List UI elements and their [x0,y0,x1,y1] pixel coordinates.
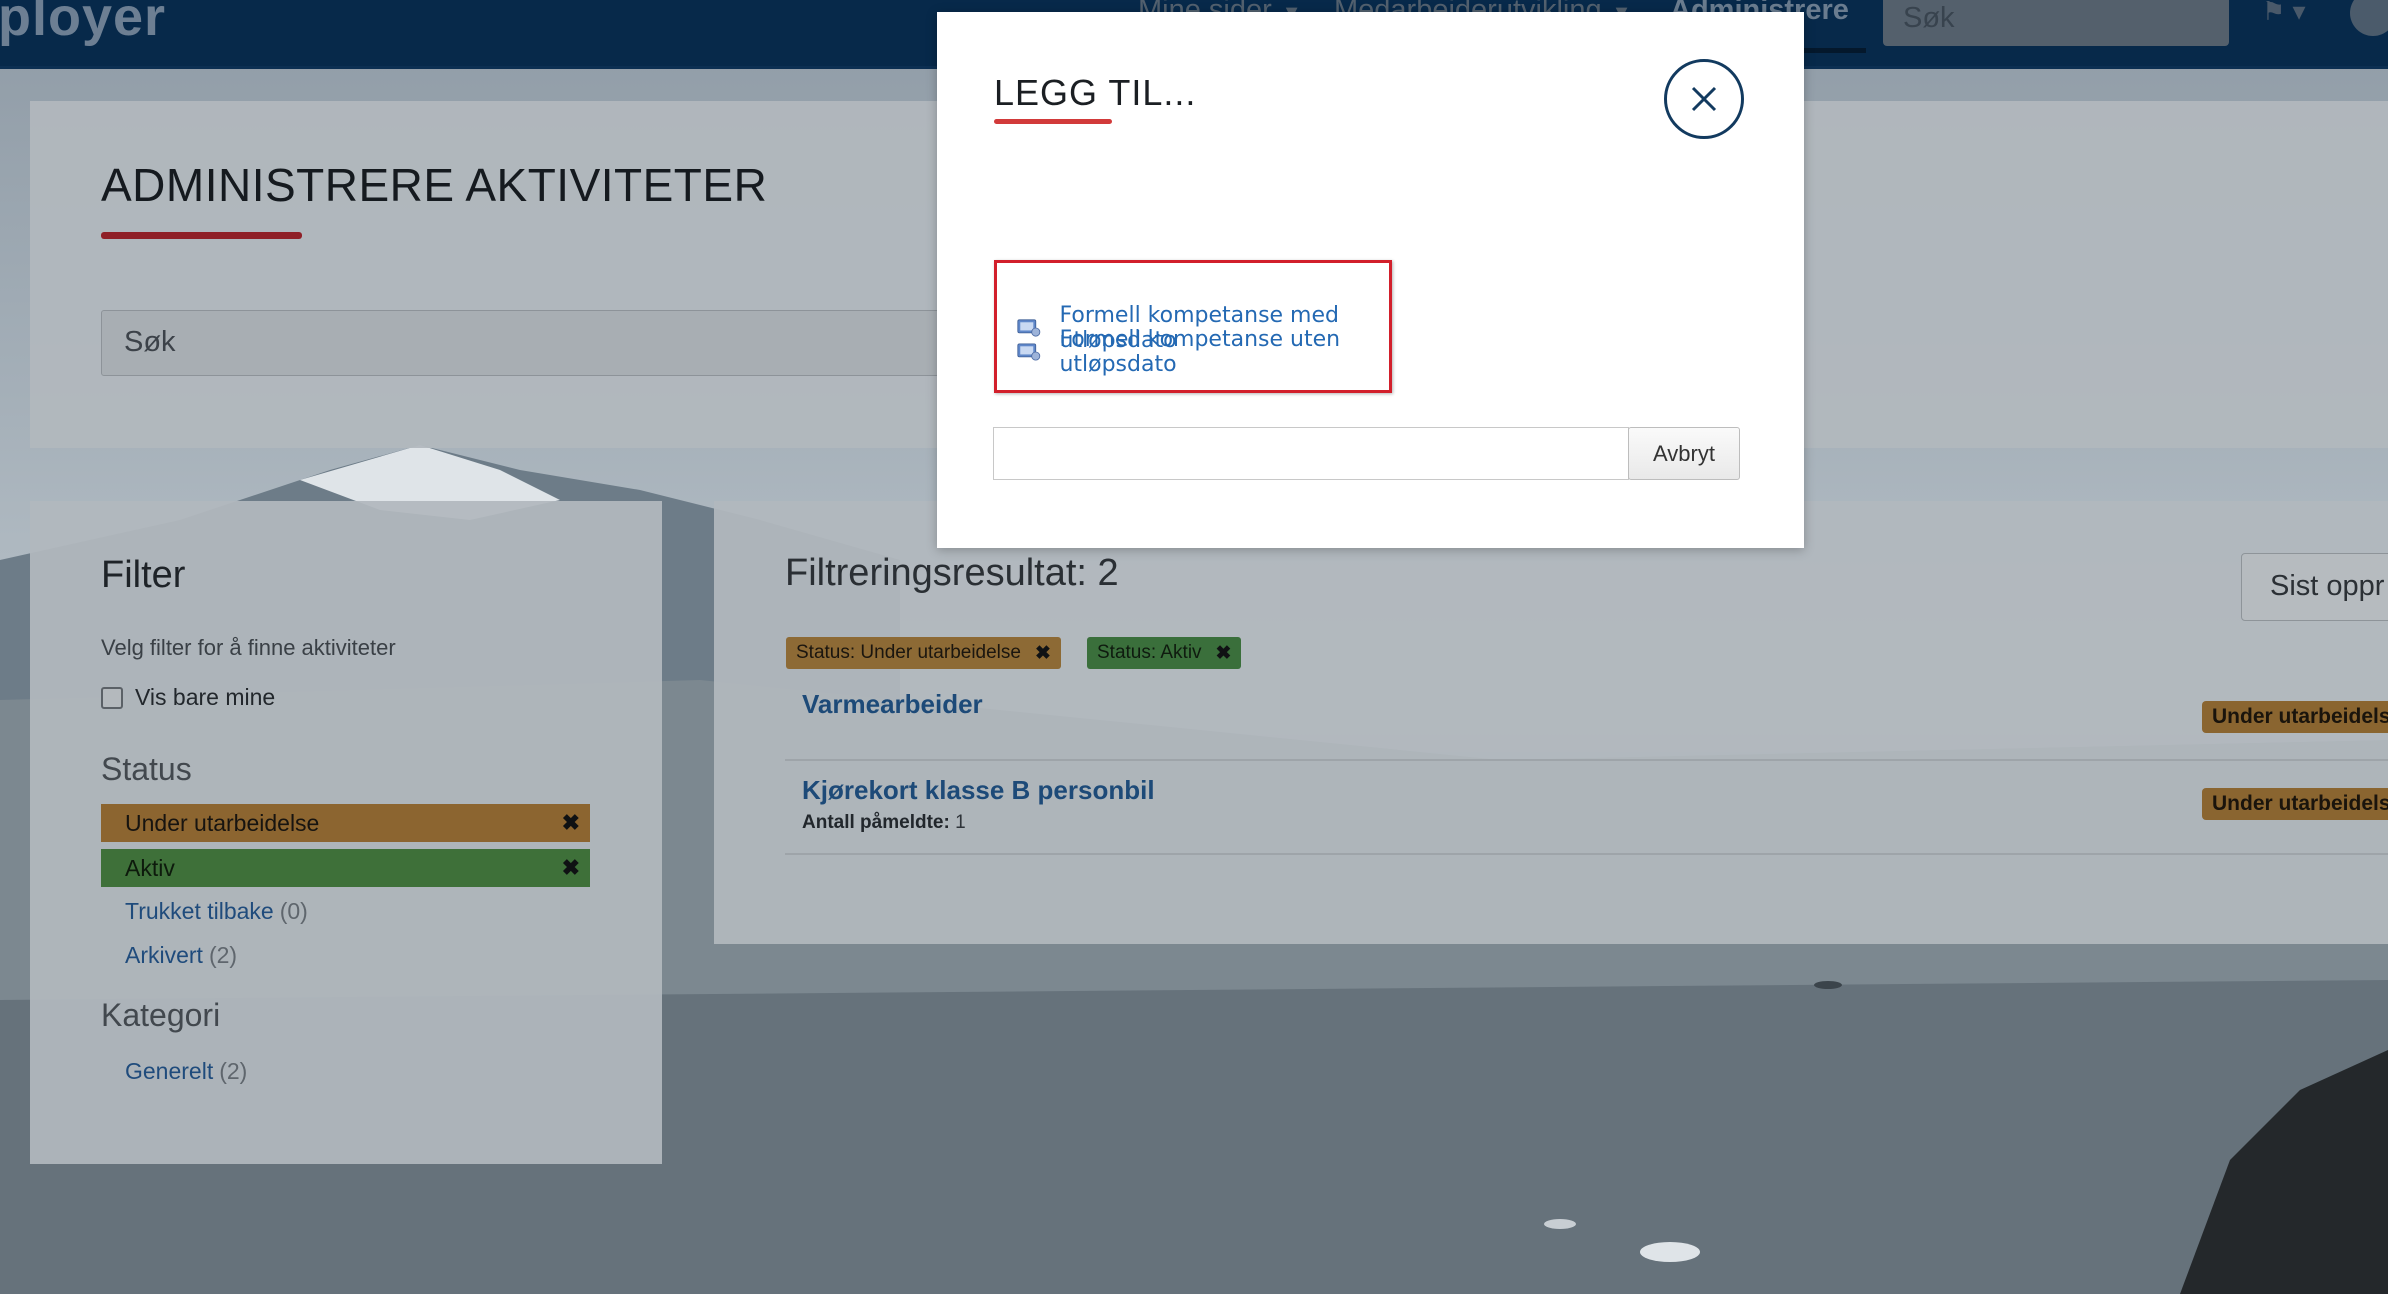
status-count: (0) [279,898,308,924]
nav-search-input[interactable]: Søk [1883,0,2229,46]
flag-icon[interactable]: ⚑ ▾ [2262,0,2322,26]
remove-icon[interactable]: ✖ [562,855,580,881]
title-underline [101,232,302,239]
status-filter-arkivert[interactable]: Arkivert (2) [125,942,237,969]
category-section-title: Kategori [101,997,221,1033]
active-filter-tag-label: Status: Under utarbeidelse [796,642,1021,663]
nav-search-placeholder: Søk [1903,2,1955,34]
add-dialog: LEGG TIL... Formell kompetanse med utløp… [937,12,1804,548]
only-mine-label: Vis bare mine [135,684,276,710]
result-title-link[interactable]: Kjørekort klasse B personbil [802,775,1155,806]
options-highlight-box: Formell kompetanse med utløpsdato Formel… [994,260,1392,393]
category-count: (2) [219,1058,248,1084]
status-filter-aktiv[interactable]: Aktiv ✖ [101,849,590,887]
certificate-icon [1017,343,1041,361]
page-title: ADMINISTRERE AKTIVITETER [101,159,768,211]
remove-icon[interactable]: ✖ [1035,642,1051,665]
activity-search-input[interactable]: Søk [101,310,953,376]
dialog-title-underline [994,119,1112,124]
status-filter-label: Under utarbeidelse [125,809,320,836]
result-meta: Antall påmeldte: 1 [802,812,966,834]
status-filter-trukket-tilbake[interactable]: Trukket tilbake (0) [125,898,308,925]
status-link-label: Trukket tilbake [125,898,274,924]
category-link-label: Generelt [125,1058,214,1084]
close-icon [1691,86,1717,112]
close-button[interactable] [1664,59,1744,139]
status-filter-label: Aktiv [125,854,175,881]
cancel-button[interactable]: Avbryt [1628,427,1740,480]
dialog-title: LEGG TIL... [994,72,1197,113]
active-filter-tag[interactable]: Status: Aktiv ✖ [1087,637,1242,669]
option-label: Formell kompetanse uten utløpsdato [1059,327,1341,377]
active-filter-tag[interactable]: Status: Under utarbeidelse ✖ [786,637,1061,669]
remove-icon[interactable]: ✖ [1216,642,1232,665]
remove-icon[interactable]: ✖ [562,810,580,836]
status-link-label: Arkivert [125,942,203,968]
user-icon[interactable] [2350,0,2388,36]
result-divider [785,759,2388,761]
category-filter-generelt[interactable]: Generelt (2) [125,1058,247,1085]
dialog-text-input[interactable] [993,427,1629,480]
only-mine-checkbox[interactable] [101,686,123,709]
result-divider [785,853,2388,855]
status-section-title: Status [101,751,192,787]
status-filter-under-utarbeidelse[interactable]: Under utarbeidelse ✖ [101,804,590,842]
filter-help-text: Velg filter for å finne aktiviteter [101,635,396,660]
sort-dropdown[interactable]: Sist oppr [2241,553,2388,621]
results-title: Filtreringsresultat: 2 [785,552,1119,594]
active-filter-tag-label: Status: Aktiv [1097,642,1202,663]
status-count: (2) [208,942,238,968]
status-badge: Under utarbeidelse [2202,788,2388,820]
only-mine-checkbox-row[interactable]: Vis bare mine [101,684,275,711]
filter-title: Filter [101,554,186,596]
result-meta-label: Antall påmeldte: [802,812,950,833]
sort-dropdown-label: Sist oppr [2270,570,2385,602]
option-formell-kompetanse-uten-utlopsdato[interactable]: Formell kompetanse uten utløpsdato [1017,327,1389,377]
activity-search-placeholder: Søk [124,326,176,358]
result-title-link[interactable]: Varmearbeider [802,689,983,720]
app-logo[interactable]: ployer [0,0,166,48]
result-meta-value: 1 [955,812,966,833]
status-badge: Under utarbeidelse [2202,701,2388,733]
